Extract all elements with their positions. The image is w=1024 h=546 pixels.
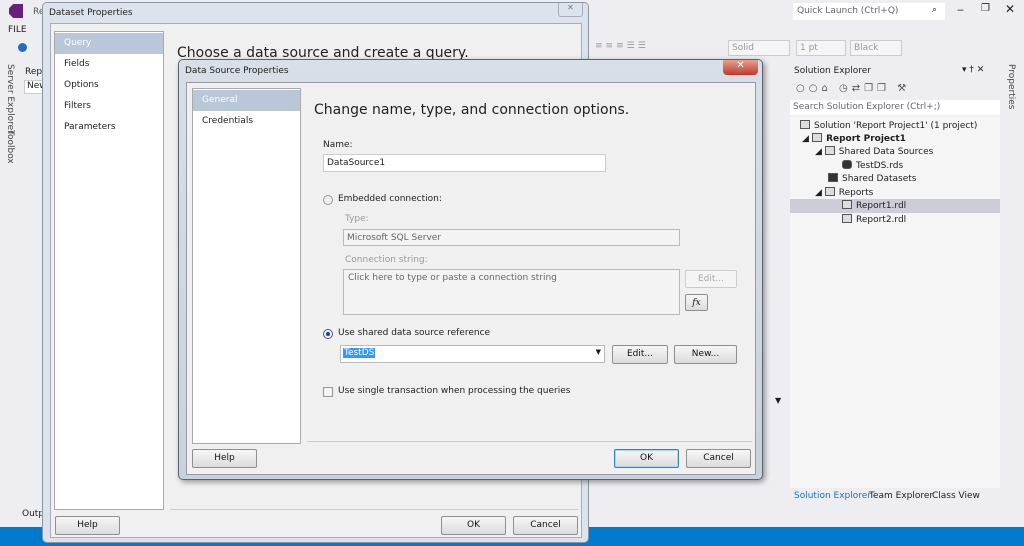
- help-button[interactable]: Help: [55, 516, 120, 535]
- close-button[interactable]: ✕: [723, 60, 758, 75]
- shared-source-combo[interactable]: TestDS ▼: [340, 345, 605, 363]
- nav-query[interactable]: Query: [55, 33, 163, 54]
- single-transaction-label: Use single transaction when processing t…: [338, 386, 571, 396]
- data-source-properties-dialog: Data Source Properties ✕ General Credent…: [178, 59, 763, 480]
- embedded-radio[interactable]: [323, 195, 333, 205]
- tree-item[interactable]: ◢ Reports: [790, 186, 1000, 200]
- dropdown-arrow-icon[interactable]: ▼: [775, 396, 781, 405]
- left-panel-label: Rep: [25, 67, 43, 77]
- connection-string-textarea[interactable]: Click here to type or paste a connection…: [343, 269, 680, 315]
- tree-item[interactable]: ◢ Shared Data Sources: [790, 145, 1000, 159]
- folder-icon: [828, 173, 838, 182]
- edit-shared-button[interactable]: Edit...: [612, 345, 668, 364]
- tab-server-explorer[interactable]: Server Explorer: [5, 64, 15, 134]
- solution-toolbar-icons[interactable]: ○○⌂ ◷⇄❐❐ ⚒: [796, 83, 910, 94]
- dialog-title: Data Source Properties: [185, 66, 289, 76]
- solution-search-input[interactable]: Search Solution Explorer (Ctrl+;): [790, 100, 1000, 115]
- database-icon: [842, 160, 852, 169]
- vs-logo-icon: [9, 4, 23, 18]
- report-icon: [842, 200, 852, 209]
- shared-source-value: TestDS: [343, 348, 376, 358]
- line-width-dropdown[interactable]: 1 pt: [796, 40, 846, 56]
- close-window-button[interactable]: ✕: [1005, 2, 1015, 16]
- nav-list: General Credentials: [192, 88, 301, 444]
- tab-properties[interactable]: Properties: [1006, 64, 1016, 109]
- nav-credentials[interactable]: Credentials: [193, 111, 253, 132]
- dialog-body: General Credentials Change name, type, a…: [186, 82, 756, 475]
- cancel-button[interactable]: Cancel: [686, 449, 751, 468]
- nav-parameters[interactable]: Parameters: [55, 117, 116, 138]
- tree-item[interactable]: Report2.rdl: [790, 213, 1000, 227]
- back-icon[interactable]: [18, 43, 27, 52]
- tab-team-explorer[interactable]: Team Explorer: [869, 491, 933, 501]
- name-input[interactable]: DataSource1: [323, 154, 606, 172]
- tree-item[interactable]: ◢ Report Project1: [790, 132, 1000, 146]
- nav-filters[interactable]: Filters: [55, 96, 91, 117]
- quick-launch-input[interactable]: Quick Launch (Ctrl+Q): [793, 3, 945, 20]
- nav-options[interactable]: Options: [55, 75, 99, 96]
- line-style-dropdown[interactable]: Solid: [728, 40, 790, 56]
- separator: [307, 441, 752, 442]
- minimize-button[interactable]: ‒: [957, 3, 964, 16]
- edit-connection-button[interactable]: Edit...: [685, 270, 737, 288]
- conn-label: Connection string:: [345, 255, 428, 265]
- type-select[interactable]: Microsoft SQL Server: [343, 229, 680, 246]
- new-shared-button[interactable]: New...: [674, 345, 737, 364]
- tree-item[interactable]: TestDS.rds: [790, 159, 1000, 173]
- tree-item[interactable]: Shared Datasets: [790, 172, 1000, 186]
- tree-item-selected[interactable]: Report1.rdl: [790, 199, 1000, 213]
- align-toolbar-icons: ≡≡≡☰☰: [595, 41, 649, 51]
- line-color-dropdown[interactable]: Black: [850, 40, 902, 56]
- close-button[interactable]: ✕: [558, 3, 583, 17]
- dialog-title: Dataset Properties: [49, 8, 133, 18]
- ok-button[interactable]: OK: [614, 449, 679, 468]
- nav-general[interactable]: General: [193, 90, 300, 111]
- type-label: Type:: [345, 214, 369, 224]
- tab-toolbox[interactable]: Toolbox: [5, 130, 15, 164]
- project-icon: [812, 133, 823, 142]
- single-transaction-checkbox[interactable]: [323, 387, 333, 397]
- solution-explorer-title: Solution Explorer: [794, 66, 871, 76]
- pin-icon[interactable]: ▾ † ✕: [962, 65, 984, 75]
- name-label: Name:: [323, 140, 353, 150]
- search-icon: ⌕: [932, 5, 938, 15]
- embedded-label: Embedded connection:: [338, 194, 442, 204]
- shared-label: Use shared data source reference: [338, 328, 491, 338]
- folder-icon: [824, 146, 835, 155]
- cancel-button[interactable]: Cancel: [513, 516, 578, 535]
- help-button[interactable]: Help: [192, 449, 257, 468]
- report-icon: [842, 214, 852, 223]
- solution-icon: [800, 120, 810, 129]
- nav-list: Query Fields Options Filters Parameters: [54, 31, 164, 510]
- tab-solution-explorer[interactable]: Solution Explorer: [794, 491, 871, 501]
- expression-button[interactable]: fx: [685, 294, 708, 311]
- menu-file[interactable]: FILE: [8, 25, 27, 35]
- page-heading: Change name, type, and connection option…: [314, 102, 630, 118]
- left-panel-dropdown[interactable]: New: [24, 80, 47, 94]
- tree-item[interactable]: Solution 'Report Project1' (1 project): [790, 119, 1000, 133]
- shared-radio[interactable]: [323, 329, 333, 339]
- restore-button[interactable]: ❐: [981, 3, 990, 14]
- tab-class-view[interactable]: Class View: [932, 491, 980, 501]
- output-tab[interactable]: Outp: [22, 509, 44, 519]
- ok-button[interactable]: OK: [441, 516, 506, 535]
- folder-icon: [824, 187, 835, 196]
- nav-fields[interactable]: Fields: [55, 54, 89, 75]
- separator: [170, 509, 578, 510]
- chevron-down-icon: ▼: [595, 348, 601, 356]
